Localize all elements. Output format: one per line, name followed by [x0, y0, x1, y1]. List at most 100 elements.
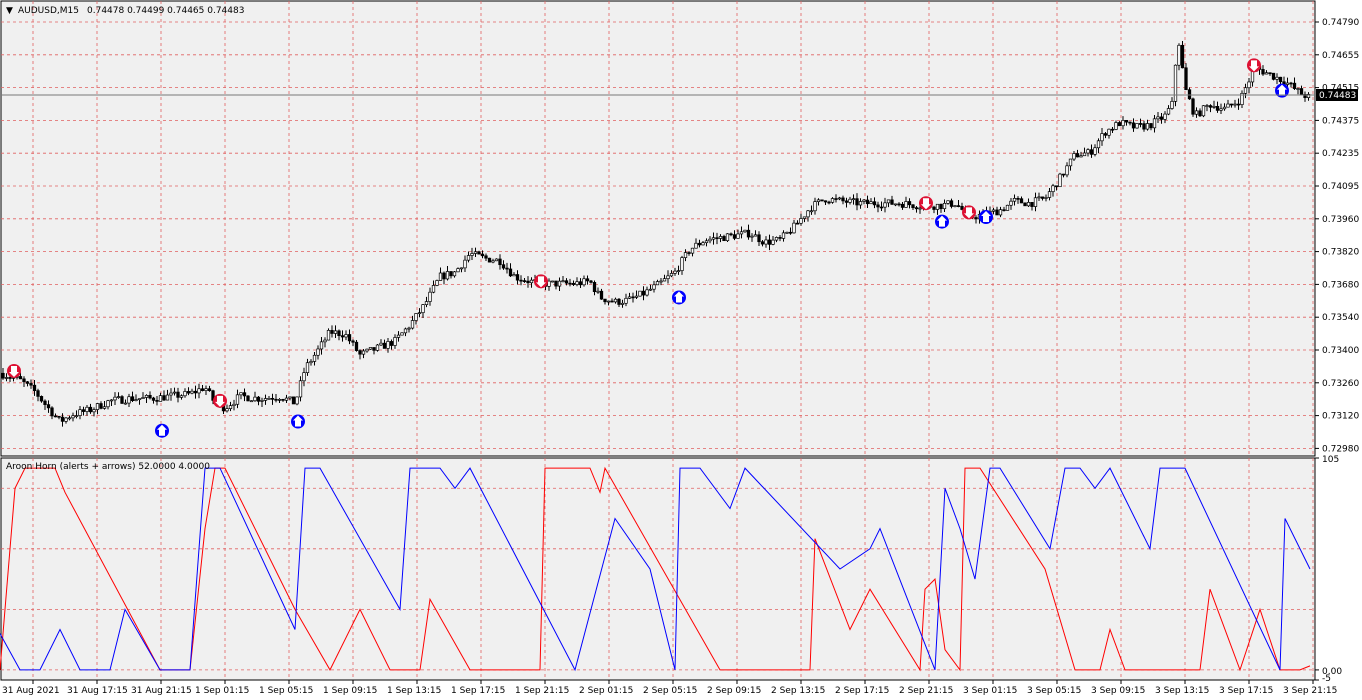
menu-arrow-icon[interactable]: ▼	[6, 6, 13, 16]
bull-candle	[1166, 108, 1171, 115]
bear-candle	[186, 391, 191, 394]
bull-candle	[550, 280, 555, 283]
bear-candle	[60, 416, 65, 422]
bull-candle	[386, 341, 390, 349]
bull-candle	[1145, 123, 1150, 130]
bear-candle	[526, 280, 530, 284]
bull-candle	[1114, 122, 1118, 130]
bull-candle	[806, 210, 810, 218]
time-axis[interactable]: 31 Aug 2021 31 Aug 17:15 31 Aug 21:15 1 Sep…	[2, 680, 1337, 696]
bull-candle	[1100, 133, 1104, 142]
bull-candle	[561, 280, 565, 283]
bear-candle	[1089, 149, 1094, 155]
bear-candle	[1075, 153, 1080, 158]
bull-candle	[512, 274, 516, 277]
bull-candle	[634, 295, 639, 298]
bear-candle	[200, 388, 205, 391]
bear-candle	[120, 396, 124, 404]
price-pane[interactable]	[0, 0, 1316, 457]
bull-candle	[575, 281, 579, 285]
bull-candle	[225, 408, 229, 412]
bull-candle	[946, 200, 950, 204]
bull-candle	[1285, 82, 1290, 85]
buy-arrow-icon	[291, 414, 305, 429]
trading-chart[interactable]: ▼ AUDUSD,M15 0.74478 0.74499 0.74465 0.7…	[0, 0, 1362, 700]
price-axis[interactable]: 0.747900.746550.745150.743750.742350.740…	[1315, 18, 1359, 454]
symbol-label: AUDUSD,M15	[18, 6, 79, 16]
indicator-axis[interactable]: 1050.00-5	[1315, 455, 1342, 684]
bull-candle	[456, 268, 460, 273]
bull-candle	[165, 394, 170, 401]
indicator-pane[interactable]	[0, 457, 1316, 681]
bull-candle	[1037, 196, 1041, 199]
bull-candle	[302, 372, 306, 382]
bull-candle	[74, 415, 79, 417]
bull-candle	[547, 280, 551, 287]
time-label: 2 Sep 01:15	[579, 686, 633, 696]
sell-arrow-icon	[962, 205, 976, 220]
bear-candle	[53, 415, 58, 418]
bull-candle	[393, 337, 397, 346]
bear-candle	[1131, 122, 1136, 129]
bull-candle	[494, 258, 499, 262]
bull-candle	[312, 354, 317, 362]
bear-candle	[1184, 67, 1188, 91]
bear-candle	[501, 264, 506, 269]
bull-candle	[1243, 87, 1248, 94]
bear-candle	[522, 280, 527, 282]
bull-candle	[102, 406, 107, 409]
bear-candle	[193, 390, 198, 394]
bull-candle	[701, 242, 705, 246]
sell-arrow-icon	[1247, 58, 1261, 73]
bull-candle	[407, 327, 411, 330]
bear-candle	[900, 203, 905, 208]
bull-candle	[743, 229, 747, 233]
bear-candle	[1191, 98, 1195, 115]
bear-candle	[1187, 89, 1192, 100]
bear-candle	[358, 350, 362, 355]
bull-candle	[127, 396, 131, 404]
bull-candle	[228, 405, 233, 409]
bear-candle	[732, 234, 737, 239]
bull-candle	[466, 255, 471, 261]
bull-candle	[172, 391, 177, 394]
bull-candle	[379, 342, 383, 346]
bear-candle	[480, 253, 485, 257]
bull-candle	[78, 409, 82, 416]
bear-candle	[1299, 88, 1304, 95]
bull-candle	[1135, 123, 1139, 129]
bull-candle	[1296, 88, 1300, 90]
bull-candle	[267, 397, 271, 400]
bear-candle	[722, 236, 726, 242]
bull-candle	[365, 348, 369, 352]
buy-arrow-icon	[1275, 83, 1289, 98]
bear-candle	[1030, 202, 1034, 207]
bear-candle	[599, 290, 604, 300]
bull-candle	[1219, 108, 1223, 111]
bear-candle	[1002, 209, 1006, 212]
bull-candle	[613, 298, 618, 303]
bear-candle	[1138, 123, 1143, 125]
bear-candle	[617, 298, 621, 305]
indicator-label: -5	[1322, 674, 1331, 684]
bull-candle	[253, 396, 257, 402]
bull-candle	[85, 406, 89, 412]
bull-candle	[935, 203, 940, 210]
bull-candle	[319, 341, 324, 350]
price-label: 0.73120	[1322, 412, 1359, 422]
bull-candle	[323, 339, 327, 343]
bull-candle	[1065, 165, 1069, 176]
bull-candle	[606, 300, 611, 303]
bull-candle	[169, 392, 173, 396]
bear-candle	[1292, 82, 1297, 89]
bear-candle	[932, 206, 936, 210]
bull-candle	[1093, 147, 1097, 155]
bear-candle	[372, 347, 376, 351]
bull-candle	[652, 284, 656, 290]
bull-candle	[1068, 158, 1073, 167]
bear-candle	[1236, 103, 1241, 106]
ohlc-values: 0.74478 0.74499 0.74465 0.74483	[87, 6, 244, 16]
bull-candle	[123, 402, 128, 405]
bull-candle	[424, 301, 429, 305]
bear-candle	[484, 255, 488, 259]
